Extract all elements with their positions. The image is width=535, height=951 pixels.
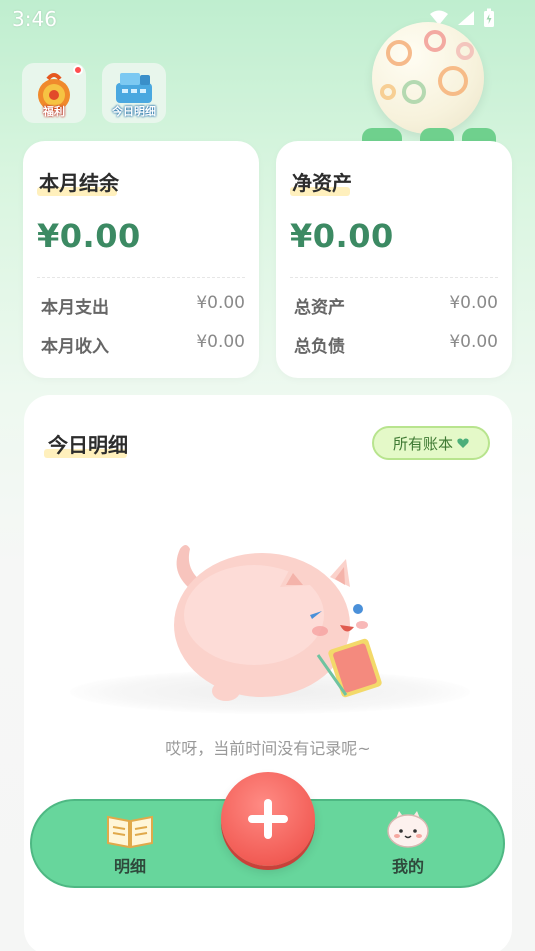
empty-cat-illustration (174, 545, 382, 701)
row-label: 本月支出 (41, 298, 109, 318)
card-title: 净资产 (290, 171, 352, 196)
section-title: 今日明细 (44, 429, 128, 458)
row-value: ¥0.00 (196, 332, 245, 352)
nav-label: 我的 (391, 857, 424, 876)
month-balance-amount: ¥0.00 (37, 217, 141, 255)
account-filter-label: 所有账本 (392, 434, 453, 453)
row-value: ¥0.00 (449, 293, 498, 313)
welfare-label: 福利 (43, 105, 65, 118)
nav-label: 明细 (113, 857, 146, 876)
row-label: 总资产 (294, 298, 345, 318)
today-detail-label: 今日明细 (112, 105, 156, 118)
open-book-icon (107, 815, 153, 849)
net-assets-amount: ¥0.00 (290, 217, 394, 255)
notification-dot (73, 65, 83, 75)
card-title: 本月结余 (37, 171, 119, 196)
nav-item-detail[interactable]: 明细 (90, 809, 170, 877)
heart-icon (457, 438, 469, 448)
battery-icon (484, 8, 494, 27)
month-income-row: 本月收入 ¥0.00 (41, 332, 245, 357)
nav-item-mine[interactable]: 我的 (368, 809, 448, 877)
divider (37, 277, 245, 278)
welfare-button[interactable]: 福利 (22, 63, 86, 123)
month-expense-row: 本月支出 ¥0.00 (41, 293, 245, 318)
row-label: 本月收入 (41, 337, 109, 357)
status-time: 3:46 (12, 7, 57, 31)
row-value: ¥0.00 (196, 293, 245, 313)
plus-icon (248, 799, 288, 839)
row-label: 总负债 (294, 337, 345, 357)
today-detail-button[interactable]: 今日明细 (102, 63, 166, 123)
month-balance-card[interactable]: 本月结余 ¥0.00 本月支出 ¥0.00 本月收入 ¥0.00 (23, 141, 259, 378)
total-assets-row: 总资产 ¥0.00 (294, 293, 498, 318)
decorative-ball-illustration (372, 22, 484, 134)
total-liabilities-row: 总负债 ¥0.00 (294, 332, 498, 357)
row-value: ¥0.00 (449, 332, 498, 352)
account-filter-dropdown[interactable]: 所有账本 (372, 426, 490, 460)
net-assets-card[interactable]: 净资产 ¥0.00 总资产 ¥0.00 总负债 ¥0.00 (276, 141, 512, 378)
empty-state-text: 哎呀，当前时间没有记录呢~ (165, 739, 371, 758)
add-record-button[interactable] (221, 772, 315, 866)
divider (290, 277, 498, 278)
mascot-face-icon (387, 811, 429, 848)
signal-icon (458, 11, 474, 25)
